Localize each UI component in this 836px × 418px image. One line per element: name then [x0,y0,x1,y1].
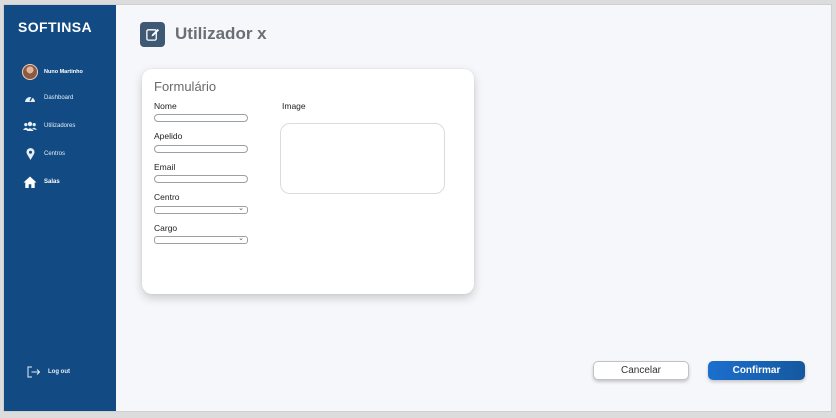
sidebar-item-dashboard[interactable]: Dashboard [22,91,73,105]
centro-label: Centro [154,192,180,202]
dashboard-gauge-icon [22,93,38,103]
sidebar-item-label: Dashboard [44,95,74,101]
form-title: Formulário [154,79,217,94]
sidebar-item-label: Salas [44,179,60,185]
logout-button[interactable]: Log out [26,365,70,379]
email-label: Email [154,162,176,172]
users-icon [22,121,38,131]
email-input[interactable] [154,175,248,183]
nome-label: Nome [154,101,177,111]
confirm-button[interactable]: Confirmar [708,361,805,380]
cancel-button[interactable]: Cancelar [593,361,689,380]
logout-icon [26,366,42,378]
chevron-down-icon: ⌄ [238,235,244,242]
sidebar-item-utilizadores[interactable]: Utilizadores [22,119,75,133]
sidebar-item-salas[interactable]: Salas [22,175,60,189]
logout-label: Log out [48,369,70,375]
chevron-down-icon: ⌄ [238,205,244,212]
sidebar-item-label: Centros [44,151,66,157]
edit-icon [140,22,165,47]
app-window: SOFTINSA Nuno Martinho Dashboard Utiliza… [3,4,832,412]
sidebar-item-label: Utilizadores [44,123,76,129]
image-label: Image [282,101,306,111]
apelido-label: Apelido [154,131,183,141]
sidebar: SOFTINSA Nuno Martinho Dashboard Utiliza… [4,5,116,411]
sidebar-profile[interactable]: Nuno Martinho [22,64,83,80]
form-card: Formulário Nome Apelido Email Centro ⌄ C… [142,69,474,294]
apelido-input[interactable] [154,145,248,153]
cargo-select[interactable]: ⌄ [154,235,248,244]
location-pin-icon [22,148,38,160]
cargo-label: Cargo [154,223,178,233]
app-logo: SOFTINSA [18,19,92,35]
profile-name: Nuno Martinho [44,69,83,75]
home-icon [22,176,38,188]
page-title: Utilizador x [175,24,267,43]
sidebar-item-centros[interactable]: Centros [22,147,65,161]
centro-select[interactable]: ⌄ [154,205,248,214]
avatar [22,64,38,80]
nome-input[interactable] [154,114,248,122]
image-upload-area[interactable] [280,123,445,194]
